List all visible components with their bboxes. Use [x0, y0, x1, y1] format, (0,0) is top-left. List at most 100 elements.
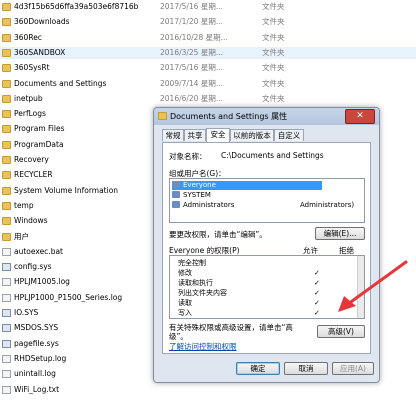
- file-type: 文件夹: [262, 93, 285, 103]
- file-name: Recovery: [14, 155, 49, 164]
- tab-security[interactable]: 安全: [206, 128, 230, 142]
- folder-icon: [2, 140, 11, 149]
- file-name: WiFi_Log.txt: [14, 384, 60, 394]
- red-arrow-annotation: [338, 260, 408, 312]
- folder-icon: [158, 112, 167, 120]
- object-name-label: 对象名称：: [169, 152, 207, 161]
- tab-general[interactable]: 常规: [162, 129, 184, 141]
- folder-icon: [2, 64, 11, 73]
- user-list[interactable]: Everyone SYSTEM Administrators Administr…: [169, 178, 365, 223]
- file-date: 2017/5/16 星期...: [160, 2, 223, 11]
- file-icon: [2, 339, 11, 348]
- folder-icon: [2, 125, 11, 134]
- allow-check-icon: ✓: [314, 289, 320, 297]
- folder-icon: [2, 79, 11, 88]
- folder-icon: [2, 232, 11, 241]
- folder-icon: [2, 110, 11, 119]
- file-type: 文件夹: [262, 17, 285, 27]
- file-type: 文件夹: [262, 63, 285, 73]
- file-name: autoexec.bat: [14, 246, 63, 256]
- file-row[interactable]: 360Rec 2016/10/28 星期... 文件夹: [0, 32, 416, 44]
- file-name: 360Rec: [14, 32, 42, 42]
- file-row[interactable]: 360Downloads 2017/1/20 星期... 文件夹: [0, 16, 416, 28]
- folder-icon: [2, 217, 11, 226]
- file-name: ProgramData: [14, 139, 64, 149]
- user-item-everyone[interactable]: Everyone: [172, 181, 322, 190]
- file-name: 360SysRt: [14, 63, 50, 73]
- file-name: RECYCLER: [14, 170, 53, 180]
- folder-icon: [2, 33, 11, 42]
- file-icon: [2, 247, 11, 256]
- file-name: 360SANDBOX: [14, 47, 66, 57]
- folder-icon: [2, 94, 11, 103]
- tab-customize[interactable]: 自定义: [274, 129, 304, 141]
- file-icon: [2, 293, 11, 302]
- file-name: temp: [14, 200, 34, 210]
- file-icon: [2, 324, 11, 333]
- user-item-system[interactable]: SYSTEM: [172, 191, 322, 200]
- security-panel: 对象名称： C:\Documents and Settings 组或用户名(G)…: [162, 142, 371, 354]
- file-name: 360Downloads: [14, 17, 70, 27]
- permission-name: 读取: [178, 299, 192, 307]
- permission-name: 修改: [178, 269, 192, 277]
- file-name: PerfLogs: [14, 109, 46, 119]
- file-date: 2016/3/25 星期...: [160, 47, 223, 57]
- file-name: config.sys: [14, 262, 52, 272]
- file-date: 2016/10/28 星期...: [160, 32, 228, 42]
- file-name: HPLJM1005.log: [14, 277, 70, 287]
- file-name: inetpub: [14, 93, 43, 103]
- dialog-title: Documents and Settings 属性: [170, 112, 288, 121]
- apply-button[interactable]: 应用(A): [332, 362, 374, 375]
- file-row[interactable]: 4d3f15b65d6ffa39a503e6f8716b 2017/5/16 星期…: [0, 1, 416, 13]
- learn-access-control-link[interactable]: 了解访问控制和权限: [169, 341, 237, 352]
- file-icon: [2, 385, 11, 394]
- folder-icon: [2, 186, 11, 195]
- cancel-button[interactable]: 取消: [284, 362, 328, 375]
- ok-button[interactable]: 确定: [236, 362, 280, 375]
- permission-name: 列出文件夹内容: [178, 289, 227, 297]
- folder-icon: [2, 3, 11, 11]
- file-date: 2016/6/20 星期...: [160, 93, 223, 103]
- change-hint: 要更改权限，请单击“编辑”。: [169, 230, 267, 239]
- allow-check-icon: ✓: [314, 269, 320, 277]
- file-name: System Volume Information: [14, 185, 119, 195]
- file-icon: [2, 370, 11, 379]
- file-row[interactable]: Documents and Settings 2009/7/14 星期... 文件夹: [0, 78, 416, 90]
- file-name: pagefile.sys: [14, 338, 59, 348]
- file-date: 2009/7/14 星期...: [160, 78, 223, 88]
- file-row[interactable]: 360SysRt 2017/5/16 星期... 文件夹: [0, 62, 416, 74]
- file-type: 文件夹: [262, 78, 285, 88]
- file-name: 用户: [14, 231, 29, 241]
- users-icon: [172, 201, 180, 208]
- folder-icon: [2, 18, 11, 27]
- users-icon: [172, 191, 180, 198]
- file-icon: [2, 309, 11, 317]
- tab-sharing[interactable]: 共享: [184, 129, 206, 141]
- file-icon: [2, 263, 11, 272]
- edit-button[interactable]: 编辑(E)...: [315, 227, 365, 240]
- close-button[interactable]: ✕: [345, 109, 375, 124]
- permission-name: 读取和执行: [178, 279, 213, 287]
- file-icon: [2, 278, 11, 287]
- advanced-button[interactable]: 高级(V): [317, 325, 365, 338]
- file-date: 2017/5/16 星期...: [160, 63, 223, 73]
- dialog-titlebar[interactable]: Documents and Settings 属性 ✕: [154, 108, 379, 125]
- folder-icon: [2, 48, 11, 57]
- allow-check-icon: ✓: [314, 309, 320, 317]
- file-row[interactable]: 360SANDBOX 2016/3/25 星期... 文件夹: [0, 46, 416, 59]
- allow-check-icon: ✓: [314, 299, 320, 307]
- file-type: 文件夹: [262, 47, 285, 57]
- user-item-administrators[interactable]: Administrators Administrators): [172, 201, 362, 210]
- file-name: IO.SYS: [14, 308, 39, 317]
- file-row[interactable]: WiFi_Log.txt: [0, 384, 416, 396]
- file-name: Windows: [14, 216, 48, 226]
- permission-name: 完全控制: [178, 259, 206, 267]
- file-name: HPLJP1000_P1500_Series.log: [14, 292, 123, 302]
- file-name: 4d3f15b65d6ffa39a503e6f8716b: [14, 2, 139, 11]
- file-date: 2017/1/20 星期...: [160, 17, 223, 27]
- file-icon: [2, 354, 11, 363]
- file-name: Documents and Settings: [14, 78, 107, 88]
- properties-dialog: Documents and Settings 属性 ✕ 常规 共享 安全 以前的…: [153, 107, 380, 383]
- tab-previous-versions[interactable]: 以前的版本: [230, 129, 274, 141]
- file-row[interactable]: inetpub 2016/6/20 星期... 文件夹: [0, 93, 416, 105]
